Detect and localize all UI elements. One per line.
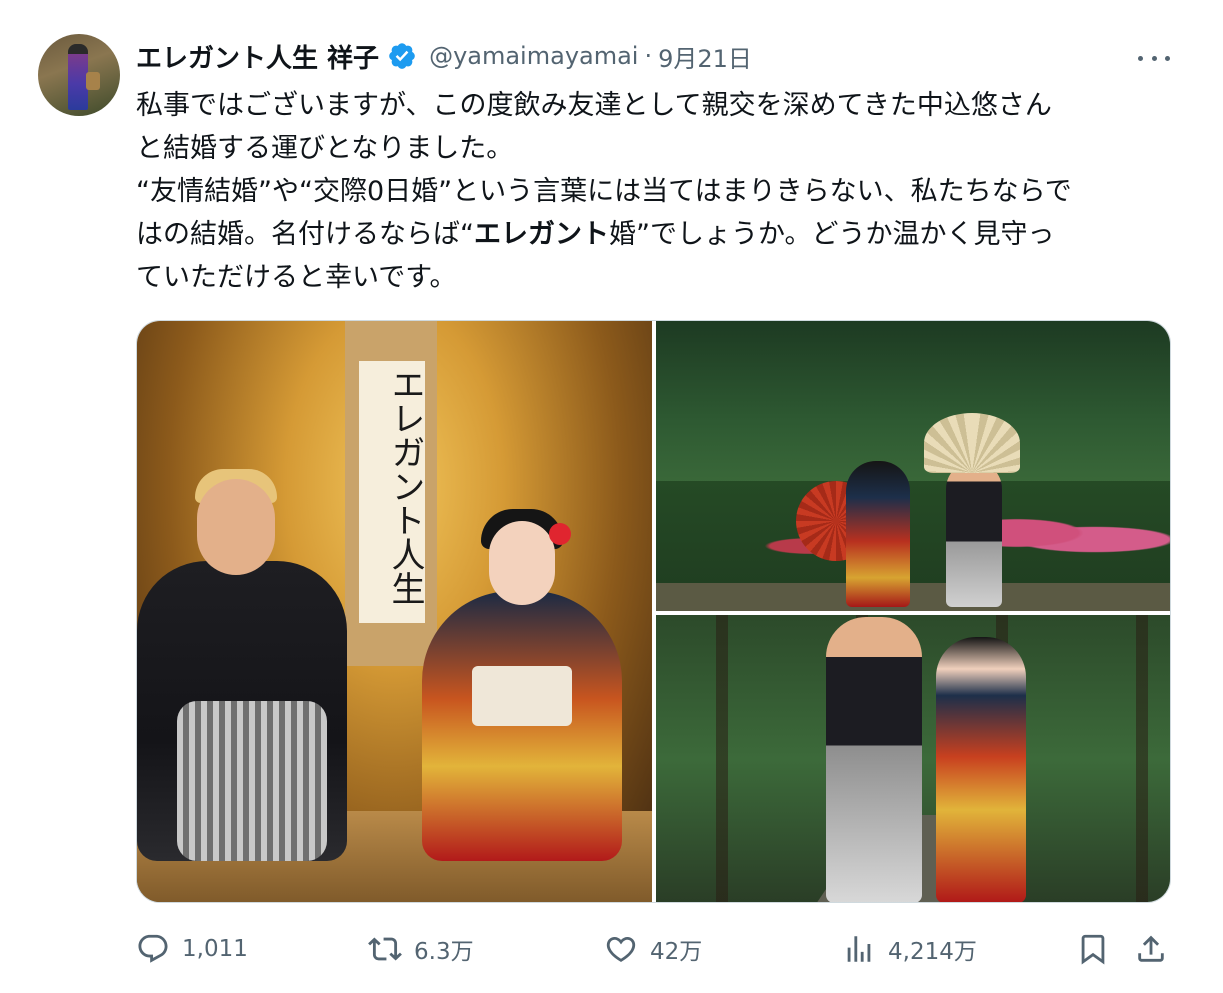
more-icon[interactable]: [1138, 46, 1170, 70]
photo-garden-umbrellas[interactable]: [656, 321, 1170, 611]
retweet-count: 6.3万: [414, 939, 474, 965]
views-button[interactable]: 4,214万: [842, 924, 977, 974]
heart-icon: [606, 936, 636, 962]
reply-count: 1,011: [182, 936, 248, 962]
retweet-icon: [368, 937, 402, 961]
tweet-text-bold: エレガント: [474, 219, 609, 250]
tweet-text-segment: はの結婚。名付けるならば“: [136, 219, 474, 250]
stone-path: [656, 583, 1170, 611]
reply-icon: [138, 934, 168, 963]
photo-garden-path[interactable]: [656, 615, 1170, 902]
avatar[interactable]: [38, 34, 120, 116]
avatar-figure: [68, 44, 88, 110]
scroll-calligraphy: エレガント人生: [385, 367, 425, 605]
more-dot: [1165, 55, 1170, 61]
bride-kimono: [422, 591, 622, 861]
tweet: エレガント人生 祥子 @yamaimayamai · 9月21日 私事ではござい…: [0, 0, 1223, 993]
handle[interactable]: @yamaimayamai: [429, 42, 638, 70]
groom-figure: [826, 617, 922, 902]
post-date[interactable]: 9月21日: [658, 39, 752, 74]
retweet-button[interactable]: 6.3万: [368, 924, 474, 974]
bride-figure: [846, 461, 910, 607]
views-icon: [847, 936, 871, 962]
display-name[interactable]: エレガント人生 祥子: [136, 38, 379, 75]
white-parasol: [924, 413, 1020, 473]
more-dot: [1151, 55, 1157, 61]
tweet-line: はの結婚。名付けるならば“エレガント婚”でしょうか。どうか温かく見守っ: [136, 213, 1176, 256]
bookmark-icon: [1081, 934, 1105, 965]
media-grid: エレガント人生: [136, 320, 1171, 903]
tweet-line: “友情結婚”や“交際0日婚”という言葉には当てはまりきらない、私たちならで: [136, 176, 1072, 207]
views-count: 4,214万: [888, 939, 977, 965]
tweet-line: ていただけると幸いです。: [136, 262, 457, 293]
bride-obi: [472, 666, 572, 726]
groom-face: [197, 479, 275, 575]
groom-hakama: [177, 701, 327, 861]
tweet-line: 私事ではございますが、この度飲み友達として親交を深めてきた中込悠さん: [136, 90, 1052, 121]
share-icon: [1138, 935, 1164, 962]
bride-face: [489, 521, 555, 605]
share-button[interactable]: [1134, 924, 1168, 974]
reply-button[interactable]: 1,011: [136, 924, 248, 974]
bride-figure: [936, 637, 1026, 902]
bride-hair-flower: [549, 523, 571, 545]
tweet-text: 私事ではございますが、この度飲み友達として親交を深めてきた中込悠さん と結婚する…: [136, 84, 1176, 299]
like-count: 42万: [650, 939, 703, 965]
bookmark-button[interactable]: [1076, 924, 1110, 974]
separator: ·: [644, 42, 653, 70]
tweet-header: エレガント人生 祥子 @yamaimayamai · 9月21日: [136, 38, 752, 74]
groom-figure: [946, 461, 1002, 607]
photo-seated-couple[interactable]: エレガント人生: [137, 321, 652, 902]
tweet-line: と結婚する運びとなりました。: [136, 133, 514, 164]
action-bar: 1,011 6.3万 42万 4,214万: [136, 924, 1176, 974]
tweet-text-segment: 婚”でしょうか。どうか温かく見守っ: [609, 219, 1055, 250]
like-button[interactable]: 42万: [604, 924, 702, 974]
scroll-paper: エレガント人生: [359, 361, 425, 623]
avatar-bag: [86, 72, 100, 90]
verified-badge-icon: [389, 43, 415, 69]
more-dot: [1138, 55, 1143, 61]
